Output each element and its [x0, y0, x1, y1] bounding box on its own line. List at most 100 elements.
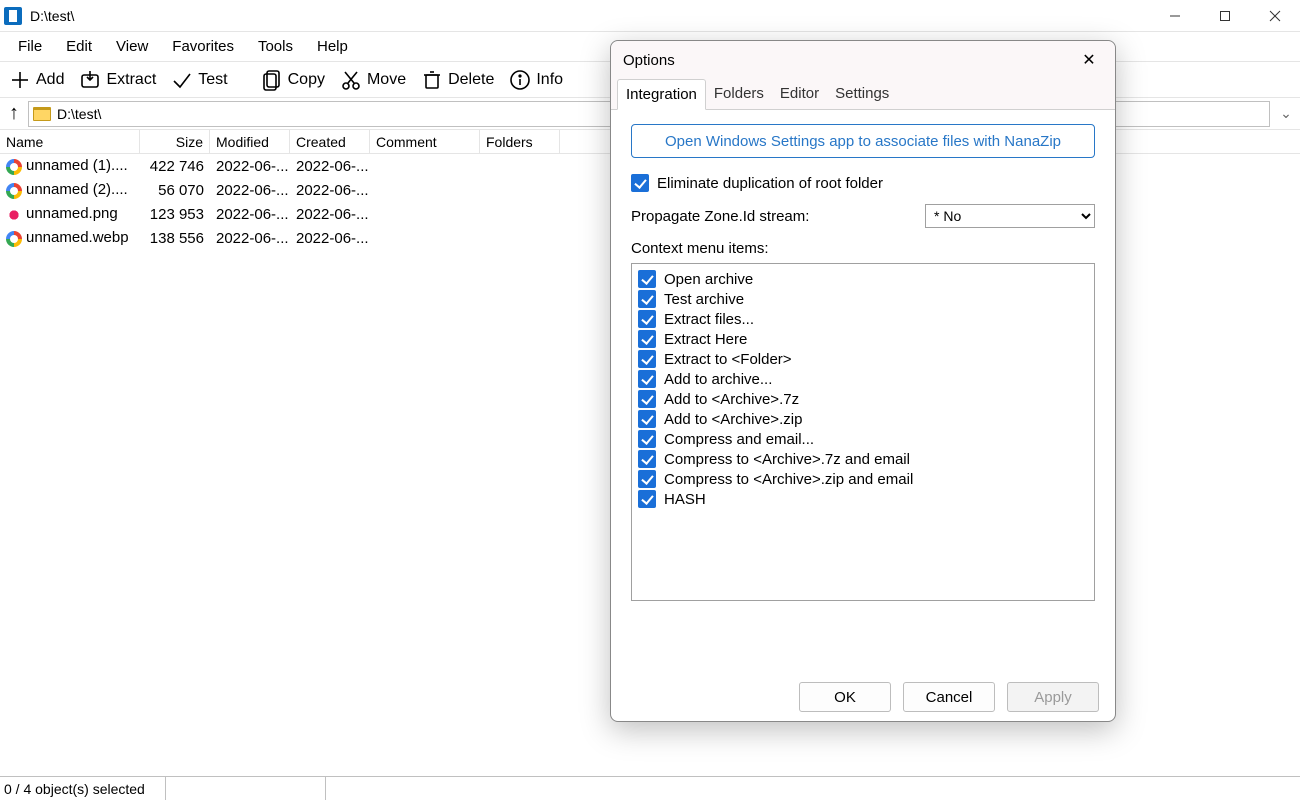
ok-button[interactable]: OK	[799, 682, 891, 712]
tab-folders[interactable]: Folders	[706, 79, 772, 109]
associate-files-button[interactable]: Open Windows Settings app to associate f…	[631, 124, 1095, 158]
context-item-checkbox[interactable]	[638, 270, 656, 288]
menu-file[interactable]: File	[6, 34, 54, 59]
menu-edit[interactable]: Edit	[54, 34, 104, 59]
menu-view[interactable]: View	[104, 34, 160, 59]
col-comment[interactable]: Comment	[370, 130, 480, 153]
context-item-label: Open archive	[664, 271, 753, 288]
move-button[interactable]: Move	[335, 66, 410, 94]
window-title: D:\test\	[30, 8, 74, 24]
extract-label: Extract	[106, 71, 156, 89]
file-size: 56 070	[140, 182, 210, 199]
col-size[interactable]: Size	[140, 130, 210, 153]
file-icon	[6, 183, 22, 199]
col-created[interactable]: Created	[290, 130, 370, 153]
tab-settings[interactable]: Settings	[827, 79, 897, 109]
file-icon	[6, 207, 22, 223]
context-item-label: Compress to <Archive>.zip and email	[664, 471, 913, 488]
extract-button[interactable]: Extract	[74, 66, 160, 94]
status-selection: 0 / 4 object(s) selected	[4, 777, 166, 800]
info-button[interactable]: Info	[504, 66, 567, 94]
add-label: Add	[36, 71, 64, 89]
context-item-label: Add to archive...	[664, 371, 772, 388]
context-item-checkbox[interactable]	[638, 330, 656, 348]
propagate-label: Propagate Zone.Id stream:	[631, 208, 809, 225]
context-item-checkbox[interactable]	[638, 490, 656, 508]
maximize-button[interactable]	[1200, 0, 1250, 32]
trash-icon	[420, 68, 444, 92]
menu-favorites[interactable]: Favorites	[160, 34, 246, 59]
delete-label: Delete	[448, 71, 494, 89]
context-item-label: Extract to <Folder>	[664, 351, 792, 368]
col-folders[interactable]: Folders	[480, 130, 560, 153]
tab-integration[interactable]: Integration	[617, 79, 706, 110]
col-modified[interactable]: Modified	[210, 130, 290, 153]
context-item-checkbox[interactable]	[638, 350, 656, 368]
options-dialog: Options ✕ Integration Folders Editor Set…	[610, 40, 1116, 722]
context-menu-item[interactable]: Add to <Archive>.7z	[638, 390, 1088, 408]
context-item-checkbox[interactable]	[638, 370, 656, 388]
col-name[interactable]: Name	[0, 130, 140, 153]
context-menu-item[interactable]: Test archive	[638, 290, 1088, 308]
delete-button[interactable]: Delete	[416, 66, 498, 94]
file-size: 422 746	[140, 158, 210, 175]
context-menu-item[interactable]: Extract files...	[638, 310, 1088, 328]
context-item-label: HASH	[664, 491, 706, 508]
file-modified: 2022-06-...	[210, 158, 290, 175]
apply-button[interactable]: Apply	[1007, 682, 1099, 712]
file-created: 2022-06-...	[290, 230, 370, 247]
context-menu-item[interactable]: Compress to <Archive>.7z and email	[638, 450, 1088, 468]
dialog-title: Options	[623, 52, 675, 69]
eliminate-dup-checkbox[interactable]	[631, 174, 649, 192]
context-item-checkbox[interactable]	[638, 450, 656, 468]
app-icon	[4, 7, 22, 25]
context-menu-item[interactable]: Compress and email...	[638, 430, 1088, 448]
context-menu-list[interactable]: Open archive Test archive Extract files...…	[631, 263, 1095, 601]
context-menu-item[interactable]: Extract Here	[638, 330, 1088, 348]
context-menu-item[interactable]: HASH	[638, 490, 1088, 508]
file-modified: 2022-06-...	[210, 230, 290, 247]
context-menu-item[interactable]: Add to archive...	[638, 370, 1088, 388]
context-item-checkbox[interactable]	[638, 410, 656, 428]
close-button[interactable]	[1250, 0, 1300, 32]
address-dropdown[interactable]: ⌄	[1276, 105, 1296, 122]
cancel-button[interactable]: Cancel	[903, 682, 995, 712]
file-name: unnamed (1)....	[26, 157, 128, 174]
info-icon	[508, 68, 532, 92]
context-menu-item[interactable]: Add to <Archive>.zip	[638, 410, 1088, 428]
context-item-label: Compress and email...	[664, 431, 814, 448]
up-button[interactable]: ↑	[0, 98, 28, 130]
minimize-button[interactable]	[1150, 0, 1200, 32]
copy-button[interactable]: Copy	[256, 66, 329, 94]
context-item-label: Add to <Archive>.7z	[664, 391, 799, 408]
folder-icon	[33, 107, 51, 121]
context-menu-label: Context menu items:	[631, 240, 1095, 257]
menu-tools[interactable]: Tools	[246, 34, 305, 59]
context-item-label: Test archive	[664, 291, 744, 308]
scissors-icon	[339, 68, 363, 92]
file-modified: 2022-06-...	[210, 206, 290, 223]
tab-editor[interactable]: Editor	[772, 79, 827, 109]
file-created: 2022-06-...	[290, 158, 370, 175]
context-menu-item[interactable]: Open archive	[638, 270, 1088, 288]
context-item-label: Extract Here	[664, 331, 747, 348]
menu-help[interactable]: Help	[305, 34, 360, 59]
file-size: 138 556	[140, 230, 210, 247]
context-item-label: Add to <Archive>.zip	[664, 411, 802, 428]
file-size: 123 953	[140, 206, 210, 223]
context-menu-item[interactable]: Extract to <Folder>	[638, 350, 1088, 368]
context-item-label: Compress to <Archive>.7z and email	[664, 451, 910, 468]
file-created: 2022-06-...	[290, 206, 370, 223]
dialog-close-button[interactable]: ✕	[1075, 46, 1103, 74]
context-item-checkbox[interactable]	[638, 290, 656, 308]
move-label: Move	[367, 71, 406, 89]
propagate-select[interactable]: * No	[925, 204, 1095, 228]
context-item-checkbox[interactable]	[638, 430, 656, 448]
context-item-checkbox[interactable]	[638, 470, 656, 488]
test-button[interactable]: Test	[166, 66, 231, 94]
context-item-checkbox[interactable]	[638, 390, 656, 408]
add-button[interactable]: Add	[4, 66, 68, 94]
context-menu-item[interactable]: Compress to <Archive>.zip and email	[638, 470, 1088, 488]
context-item-checkbox[interactable]	[638, 310, 656, 328]
file-icon	[6, 231, 22, 247]
